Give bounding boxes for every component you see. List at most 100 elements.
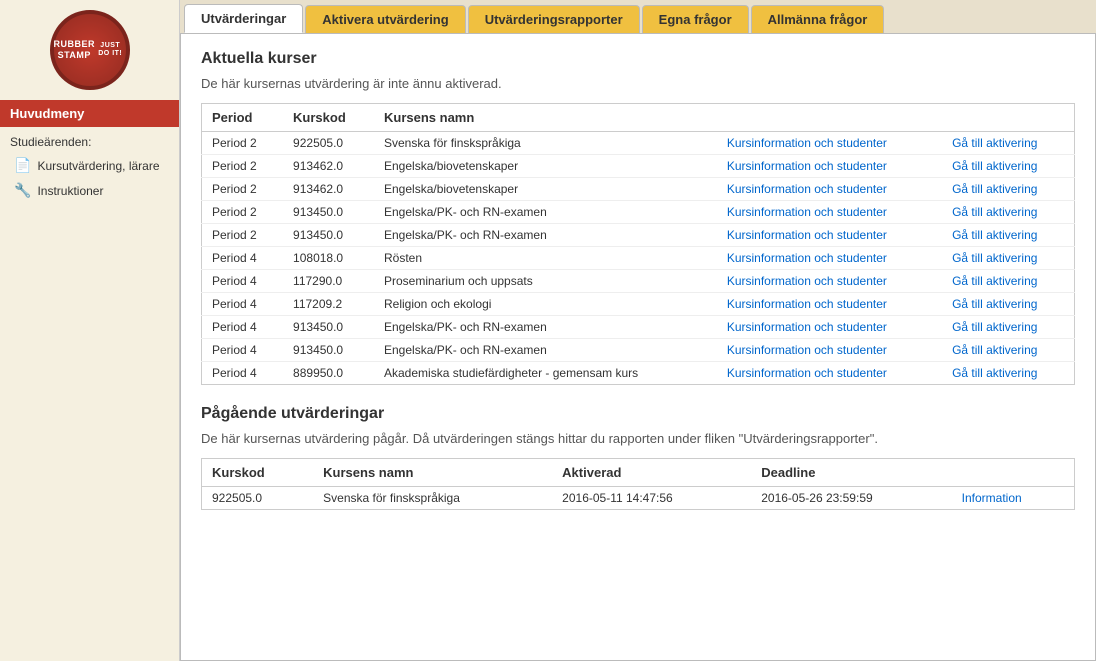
table-row: Period 2 913462.0 Engelska/biovetenskape… xyxy=(202,155,1075,178)
kursinformation-link[interactable]: Kursinformation och studenter xyxy=(727,297,887,311)
tab-egna-fragor[interactable]: Egna frågor xyxy=(642,5,749,33)
tab-utvarderingar[interactable]: Utvärderingar xyxy=(184,4,303,33)
table-row: Period 2 913462.0 Engelska/biovetenskape… xyxy=(202,178,1075,201)
cell-kursnamn: Akademiska studiefärdigheter - gemensam … xyxy=(374,362,717,385)
col2-kurskod: Kurskod xyxy=(202,459,314,487)
kursinformation-link[interactable]: Kursinformation och studenter xyxy=(727,159,887,173)
kursinformation-link[interactable]: Kursinformation och studenter xyxy=(727,343,887,357)
cell-link2[interactable]: Gå till aktivering xyxy=(942,316,1074,339)
cell-link1[interactable]: Kursinformation och studenter xyxy=(717,316,942,339)
information-link[interactable]: Information xyxy=(962,491,1022,505)
col2-link xyxy=(952,459,1075,487)
tabs: Utvärderingar Aktivera utvärdering Utvär… xyxy=(180,0,1096,33)
aktivering-link[interactable]: Gå till aktivering xyxy=(952,274,1037,288)
col2-kursnamn: Kursens namn xyxy=(313,459,552,487)
sidebar-item-instruktioner[interactable]: 🔧 Instruktioner xyxy=(0,178,179,203)
cell-link2[interactable]: Gå till aktivering xyxy=(942,247,1074,270)
aktivering-link[interactable]: Gå till aktivering xyxy=(952,251,1037,265)
pagaende-table: Kurskod Kursens namn Aktiverad Deadline … xyxy=(201,458,1075,510)
cell-link1[interactable]: Kursinformation och studenter xyxy=(717,132,942,155)
cell-link2[interactable]: Gå till aktivering xyxy=(942,132,1074,155)
cell-link2[interactable]: Gå till aktivering xyxy=(942,201,1074,224)
logo: RUBBERSTAMPJUST DO IT! xyxy=(50,10,130,90)
kursinformation-link[interactable]: Kursinformation och studenter xyxy=(727,320,887,334)
cell-link1[interactable]: Kursinformation och studenter xyxy=(717,247,942,270)
section1-heading: Aktuella kurser xyxy=(201,50,1075,68)
cell-kurskod: 913450.0 xyxy=(283,224,374,247)
cell-period: Period 2 xyxy=(202,132,284,155)
cell-link1[interactable]: Kursinformation och studenter xyxy=(717,293,942,316)
cell-period: Period 4 xyxy=(202,247,284,270)
tab-rapporter[interactable]: Utvärderingsrapporter xyxy=(468,5,640,33)
cell-link1[interactable]: Kursinformation och studenter xyxy=(717,201,942,224)
sidebar-item-kursutvardering[interactable]: 📄 Kursutvärdering, lärare xyxy=(0,153,179,178)
aktivering-link[interactable]: Gå till aktivering xyxy=(952,366,1037,380)
cell-link2[interactable]: Gå till aktivering xyxy=(942,362,1074,385)
cell-kurskod: 913462.0 xyxy=(283,178,374,201)
section1-desc: De här kursernas utvärdering är inte änn… xyxy=(201,76,1075,91)
cell-link2[interactable]: Gå till aktivering xyxy=(942,224,1074,247)
tab-allmanna-fragor[interactable]: Allmänna frågor xyxy=(751,5,885,33)
aktivering-link[interactable]: Gå till aktivering xyxy=(952,159,1037,173)
tab-aktivera[interactable]: Aktivera utvärdering xyxy=(305,5,465,33)
cell-kurskod: 913462.0 xyxy=(283,155,374,178)
kursinformation-link[interactable]: Kursinformation och studenter xyxy=(727,251,887,265)
aktivering-link[interactable]: Gå till aktivering xyxy=(952,182,1037,196)
col-period: Period xyxy=(202,104,284,132)
cell-period: Period 4 xyxy=(202,316,284,339)
main-area: Utvärderingar Aktivera utvärdering Utvär… xyxy=(180,0,1096,661)
kursinformation-link[interactable]: Kursinformation och studenter xyxy=(727,205,887,219)
aktivering-link[interactable]: Gå till aktivering xyxy=(952,320,1037,334)
cell-link1[interactable]: Kursinformation och studenter xyxy=(717,270,942,293)
cell-period: Period 4 xyxy=(202,339,284,362)
kursinformation-link[interactable]: Kursinformation och studenter xyxy=(727,274,887,288)
logo-area: RUBBERSTAMPJUST DO IT! xyxy=(0,0,179,100)
cell-link2[interactable]: Gå till aktivering xyxy=(942,270,1074,293)
cell2-aktiverad: 2016-05-11 14:47:56 xyxy=(552,487,751,510)
cell-link2[interactable]: Gå till aktivering xyxy=(942,178,1074,201)
table-row: Period 2 922505.0 Svenska för finskspråk… xyxy=(202,132,1075,155)
table-row: Period 4 913450.0 Engelska/PK- och RN-ex… xyxy=(202,316,1075,339)
cell-kurskod: 922505.0 xyxy=(283,132,374,155)
cell-kursnamn: Engelska/PK- och RN-examen xyxy=(374,316,717,339)
cell-kurskod: 889950.0 xyxy=(283,362,374,385)
cell-kursnamn: Engelska/PK- och RN-examen xyxy=(374,339,717,362)
table-row: Period 4 889950.0 Akademiska studiefärdi… xyxy=(202,362,1075,385)
cell-kursnamn: Engelska/PK- och RN-examen xyxy=(374,224,717,247)
cell-kursnamn: Engelska/PK- och RN-examen xyxy=(374,201,717,224)
col-link1 xyxy=(717,104,942,132)
aktivering-link[interactable]: Gå till aktivering xyxy=(952,205,1037,219)
cell-link2[interactable]: Gå till aktivering xyxy=(942,339,1074,362)
cell-kurskod: 117209.2 xyxy=(283,293,374,316)
document-icon: 📄 xyxy=(14,157,31,174)
table-row: Period 4 913450.0 Engelska/PK- och RN-ex… xyxy=(202,339,1075,362)
aktivering-link[interactable]: Gå till aktivering xyxy=(952,228,1037,242)
table-row: 922505.0 Svenska för finskspråkiga 2016-… xyxy=(202,487,1075,510)
aktivering-link[interactable]: Gå till aktivering xyxy=(952,297,1037,311)
cell-kurskod: 913450.0 xyxy=(283,316,374,339)
aktivering-link[interactable]: Gå till aktivering xyxy=(952,136,1037,150)
col-link2 xyxy=(942,104,1074,132)
cell-period: Period 4 xyxy=(202,293,284,316)
cell2-kursnamn: Svenska för finskspråkiga xyxy=(313,487,552,510)
cell-period: Period 2 xyxy=(202,201,284,224)
aktivering-link[interactable]: Gå till aktivering xyxy=(952,343,1037,357)
cell-link2[interactable]: Gå till aktivering xyxy=(942,155,1074,178)
cell-link1[interactable]: Kursinformation och studenter xyxy=(717,178,942,201)
cell-link1[interactable]: Kursinformation och studenter xyxy=(717,155,942,178)
aktuella-kurser-table: Period Kurskod Kursens namn Period 2 922… xyxy=(201,103,1075,385)
cell2-info-link[interactable]: Information xyxy=(952,487,1075,510)
cell-link1[interactable]: Kursinformation och studenter xyxy=(717,362,942,385)
kursinformation-link[interactable]: Kursinformation och studenter xyxy=(727,366,887,380)
cell-link2[interactable]: Gå till aktivering xyxy=(942,293,1074,316)
kursinformation-link[interactable]: Kursinformation och studenter xyxy=(727,136,887,150)
cell-kursnamn: Svenska för finskspråkiga xyxy=(374,132,717,155)
cell-link1[interactable]: Kursinformation och studenter xyxy=(717,224,942,247)
kursinformation-link[interactable]: Kursinformation och studenter xyxy=(727,182,887,196)
cell-kursnamn: Proseminarium och uppsats xyxy=(374,270,717,293)
sidebar-item-kursutvardering-label: Kursutvärdering, lärare xyxy=(37,159,159,173)
sidebar-item-instruktioner-label: Instruktioner xyxy=(37,184,103,198)
cell-kursnamn: Religion och ekologi xyxy=(374,293,717,316)
kursinformation-link[interactable]: Kursinformation och studenter xyxy=(727,228,887,242)
cell-link1[interactable]: Kursinformation och studenter xyxy=(717,339,942,362)
